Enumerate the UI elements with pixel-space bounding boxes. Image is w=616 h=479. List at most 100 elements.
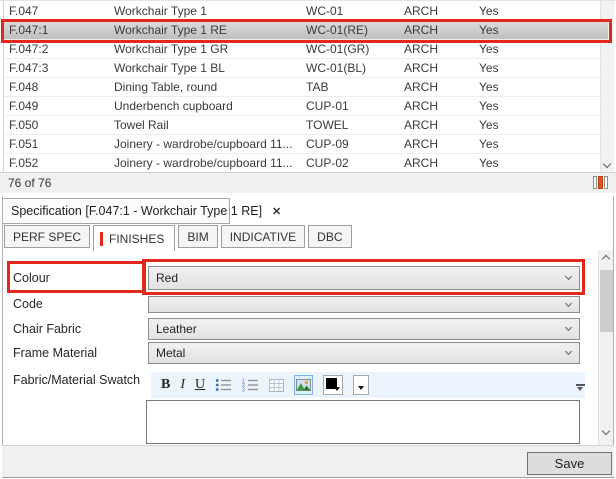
row-discipline: ARCH [404,118,479,132]
row-item-code: TOWEL [306,118,404,132]
panel-border-left [2,196,3,477]
bullet-list-icon [215,378,232,392]
bullet-list-button[interactable] [215,375,232,395]
frame-material-label: Frame Material [13,346,97,360]
columns-icon-right [604,176,608,189]
save-button[interactable]: Save [527,452,612,475]
row-flag: Yes [479,156,608,170]
table-row-selected[interactable]: F.047:1 Workchair Type 1 RE WC-01(RE) AR… [4,21,608,40]
record-count: 76 of 76 [8,176,51,190]
underline-button[interactable]: U [195,375,205,395]
richtext-toolbar: B I U 1 2 3 [151,372,585,398]
chevron-down-icon [565,273,572,280]
row-flag: Yes [479,137,608,151]
row-code: F.050 [9,118,114,132]
row-name: Joinery - wardrobe/cupboard 11... [114,137,306,151]
row-item-code: WC-01(BL) [306,61,404,75]
row-discipline: ARCH [404,4,479,18]
row-discipline: ARCH [404,99,479,113]
colour-label: Colour [13,271,50,285]
highlight-color-button[interactable] [353,375,369,395]
tab-dbc[interactable]: DBC [308,225,351,248]
table-row[interactable]: F.047 Workchair Type 1 WC-01 ARCH Yes [4,2,608,21]
row-name: Dining Table, round [114,80,306,94]
italic-button[interactable]: I [180,375,185,395]
table-row[interactable]: F.047:3 Workchair Type 1 BL WC-01(BL) AR… [4,59,608,78]
tab-label: INDICATIVE [230,230,296,244]
tab-indicative[interactable]: INDICATIVE [221,225,305,248]
row-name: Joinery - wardrobe/cupboard 11... [114,156,306,170]
table-row[interactable]: F.050 Towel Rail TOWEL ARCH Yes [4,116,608,135]
numbered-list-button[interactable]: 1 2 3 [242,375,259,395]
columns-icon-center [598,176,603,189]
chevron-up-icon[interactable] [602,255,610,263]
table-row[interactable]: F.049 Underbench cupboard CUP-01 ARCH Ye… [4,97,608,116]
row-discipline: ARCH [404,80,479,94]
form-scrollbar[interactable] [598,250,613,445]
status-bar: 76 of 76 [0,172,616,193]
chevron-down-icon [565,324,572,331]
chair-fabric-label: Chair Fabric [13,322,81,336]
row-code: F.047 [9,4,114,18]
image-icon [296,379,311,391]
table-row[interactable]: F.048 Dining Table, round TAB ARCH Yes [4,78,608,97]
insert-table-button[interactable] [269,375,284,395]
toolbar-collapse-handle[interactable] [576,384,586,391]
row-discipline: ARCH [404,42,479,56]
insert-image-button[interactable] [294,375,313,395]
row-name: Workchair Type 1 BL [114,61,306,75]
active-tab-marker [100,232,103,246]
row-name: Workchair Type 1 [114,4,306,18]
tab-perf-spec[interactable]: PERF SPEC [4,225,90,248]
row-flag: Yes [479,118,608,132]
frame-material-value: Metal [156,346,185,360]
chair-fabric-dropdown[interactable]: Leather [148,318,580,340]
items-table: F.047 Workchair Type 1 WC-01 ARCH Yes F.… [0,0,616,172]
table-row[interactable]: F.052 Joinery - wardrobe/cupboard 11... … [4,154,608,173]
tab-label: BIM [187,230,208,244]
dropdown-arrow-icon [334,387,340,391]
swatch-editor[interactable] [146,400,580,444]
row-item-code: WC-01(RE) [306,23,404,37]
spec-tab-strip: PERF SPEC FINISHES BIM INDICATIVE DBC [4,225,352,251]
row-flag: Yes [479,99,608,113]
row-code: F.049 [9,99,114,113]
colour-dropdown[interactable]: Red [148,266,580,290]
columns-panel-icon[interactable] [593,176,610,189]
tab-label: DBC [317,230,342,244]
row-name: Underbench cupboard [114,99,306,113]
row-item-code: TAB [306,80,404,94]
scrollbar-thumb[interactable] [600,270,613,332]
font-color-button[interactable] [323,375,343,395]
chevron-down-icon [565,348,572,355]
table-rows: F.047 Workchair Type 1 WC-01 ARCH Yes F.… [4,2,608,173]
dropdown-arrow-icon [358,386,364,390]
numbered-list-icon: 1 2 3 [242,378,259,392]
svg-text:3: 3 [242,388,245,393]
row-item-code: CUP-01 [306,99,404,113]
close-icon[interactable]: ✕ [272,205,281,218]
frame-material-dropdown[interactable]: Metal [148,342,580,364]
row-code: F.048 [9,80,114,94]
tab-bim[interactable]: BIM [178,225,217,248]
code-label: Code [13,297,43,311]
footer-bar [2,445,614,477]
table-row[interactable]: F.047:2 Workchair Type 1 GR WC-01(GR) AR… [4,40,608,59]
row-flag: Yes [479,4,608,18]
row-item-code: CUP-09 [306,137,404,151]
chevron-down-icon[interactable] [602,427,610,435]
tab-finishes[interactable]: FINISHES [93,225,175,251]
columns-icon-left [593,176,597,189]
swatch-label: Fabric/Material Swatch [13,373,140,387]
bold-button[interactable]: B [161,375,170,395]
table-row[interactable]: F.051 Joinery - wardrobe/cupboard 11... … [4,135,608,154]
code-dropdown[interactable] [148,296,580,313]
row-name: Towel Rail [114,118,306,132]
row-flag: Yes [479,42,608,56]
colour-value: Red [156,271,178,285]
chair-fabric-value: Leather [156,322,197,336]
spec-tab-title: Specification [F.047:1 - Workchair Type … [11,204,262,218]
row-flag: Yes [479,61,608,75]
spec-document-tab[interactable]: Specification [F.047:1 - Workchair Type … [2,198,230,224]
table-icon [269,379,284,392]
